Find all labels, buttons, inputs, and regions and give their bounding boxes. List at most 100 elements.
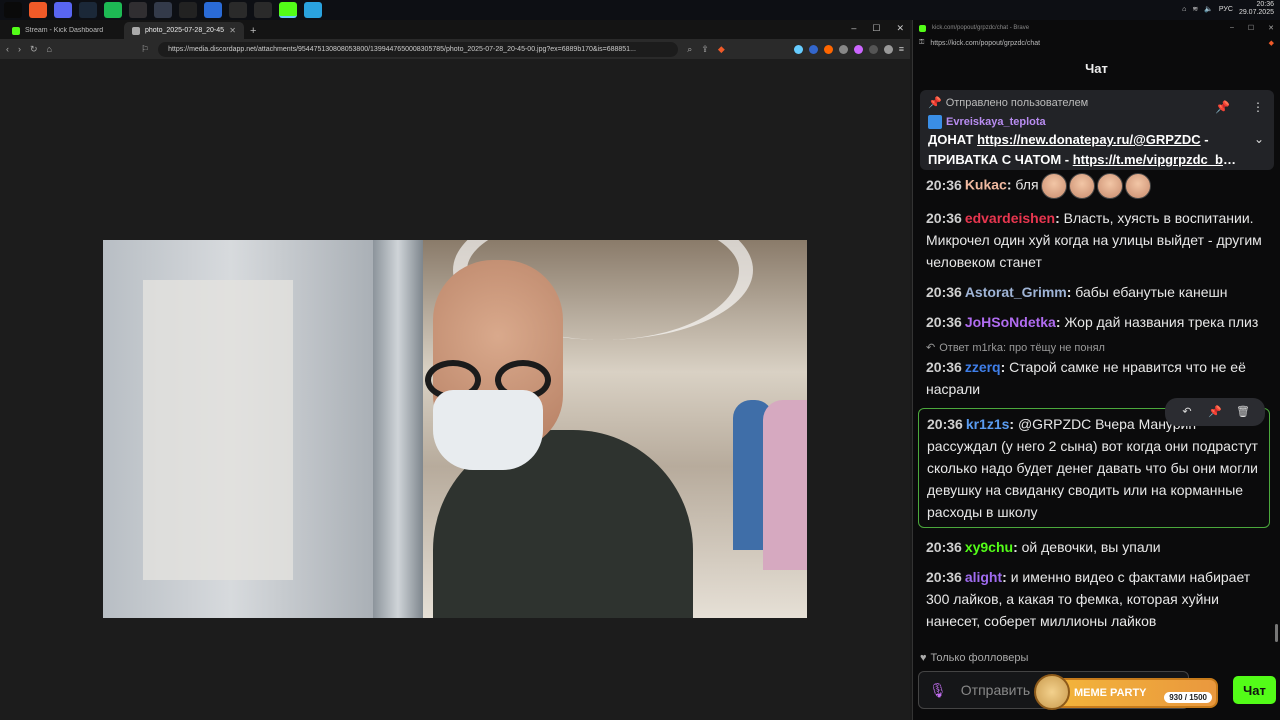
- network-icon[interactable]: ⌂: [1182, 6, 1186, 13]
- app-blue-icon[interactable]: [203, 2, 222, 18]
- share-icon[interactable]: ⇪: [701, 44, 709, 55]
- message-username[interactable]: JoHSoNdetka: [965, 314, 1056, 330]
- message-username[interactable]: kr1z1s: [966, 416, 1010, 432]
- new-tab-button[interactable]: +: [244, 22, 262, 39]
- scrollbar[interactable]: [1275, 624, 1278, 642]
- menu-icon[interactable]: ≡: [899, 44, 904, 54]
- maximize-button[interactable]: ☐: [872, 23, 880, 34]
- pinned-text-line1: ДОНАТ https://new.donatepay.ru/@GRPZDC -: [928, 131, 1238, 149]
- message-time: 20:36: [926, 539, 962, 555]
- extension-icon[interactable]: [868, 44, 878, 54]
- tab-label: Stream - Kick Dashboard: [25, 27, 104, 34]
- pinned-label-text: Отправлено пользователем: [945, 96, 1089, 109]
- site-info-icon[interactable]: ⚿: [919, 39, 924, 47]
- obs-icon[interactable]: [128, 2, 147, 18]
- forward-icon[interactable]: ›: [18, 44, 21, 54]
- capcut-icon[interactable]: [178, 2, 197, 18]
- followers-only-text: Только фолловеры: [930, 652, 1029, 664]
- pin-icon[interactable]: 📌: [1201, 401, 1229, 423]
- brave-shield-icon[interactable]: ◆: [1269, 39, 1274, 47]
- delete-icon[interactable]: 🗑: [1229, 401, 1257, 423]
- chat-message[interactable]: 20:36 Kukac: бля: [926, 173, 1274, 199]
- photo: [103, 240, 807, 618]
- chat-message[interactable]: 20:36 zzerq: Старой самке не нравится что…: [926, 356, 1274, 400]
- emote-icon[interactable]: [1124, 173, 1151, 199]
- extension-icon[interactable]: [883, 44, 893, 54]
- donate-link[interactable]: https://new.donatepay.ru/@GRPZDC: [977, 132, 1201, 147]
- message-username[interactable]: Kukac: [965, 177, 1007, 193]
- minimize-button[interactable]: –: [851, 23, 856, 34]
- bookmark-icon[interactable]: ⚐: [141, 44, 149, 55]
- chat-url[interactable]: https://kick.com/popout/grpzdc/chat: [930, 40, 1040, 47]
- chat-window-title: kick.com/popout/grpzdc/chat - Brave: [932, 25, 1030, 31]
- navigation-bar: ‹ › ↻ ⌂ ⚐ https://media.discordapp.net/a…: [0, 39, 910, 59]
- language-indicator[interactable]: РУС: [1219, 6, 1233, 13]
- extension-icon[interactable]: [853, 44, 863, 54]
- message-time: 20:36: [926, 176, 962, 193]
- send-button[interactable]: Чат: [1233, 676, 1276, 704]
- extension-icon[interactable]: [823, 44, 833, 54]
- chevron-down-icon[interactable]: ⌄: [1254, 132, 1264, 146]
- extension-icon[interactable]: [838, 44, 848, 54]
- address-bar[interactable]: https://media.discordapp.net/attachments…: [158, 41, 679, 57]
- chat-input-row: 🎙 Отправить со ☺ ⚙ Чат MEME PARTY 930 / …: [918, 670, 1278, 710]
- message-username[interactable]: xy9chu: [965, 539, 1013, 555]
- chat-message[interactable]: 20:36 kr1z1s: @GRPZDC Вчера Манурин рассу…: [918, 398, 1270, 528]
- chat-window-titlebar: kick.com/popout/grpzdc/chat - Brave – ☐ …: [913, 20, 1280, 36]
- chat-message[interactable]: 20:36 xy9chu: ой девочки, вы упали: [926, 536, 1274, 558]
- close-tab-icon[interactable]: ✕: [229, 26, 236, 35]
- spotify-icon[interactable]: [103, 2, 122, 18]
- volume-icon[interactable]: 🔈: [1204, 5, 1213, 13]
- zoom-icon[interactable]: ⌕: [687, 44, 692, 55]
- reload-icon[interactable]: ↻: [30, 44, 38, 55]
- wifi-icon[interactable]: ≋: [1192, 5, 1198, 13]
- close-window-button[interactable]: ✕: [1268, 24, 1274, 32]
- message-time: 20:36: [926, 314, 962, 330]
- minimize-button[interactable]: –: [1230, 24, 1234, 32]
- doge-icon: [1034, 674, 1070, 710]
- chat-message[interactable]: 20:36 Astorat_Grimm: бабы ебанутые канешн: [926, 281, 1274, 303]
- extension-icon[interactable]: [808, 44, 818, 54]
- message-text: Жор дай названия трека плиз: [1060, 314, 1259, 330]
- emote-icon[interactable]: [1040, 173, 1067, 199]
- chat-message[interactable]: 20:36 edvardeishen: Власть, хуясть в восп…: [926, 207, 1274, 273]
- emote-icon[interactable]: [1068, 173, 1095, 199]
- steam-icon[interactable]: [78, 2, 97, 18]
- maximize-button[interactable]: ☐: [1248, 24, 1254, 32]
- chat-message[interactable]: 20:36 JoHSoNdetka: Жор дай названия трека…: [926, 311, 1274, 333]
- brave-shield-icon[interactable]: ◆: [718, 44, 725, 55]
- unpin-icon[interactable]: 📌: [1215, 100, 1230, 114]
- message-username[interactable]: edvardeishen: [965, 210, 1055, 226]
- app-icon[interactable]: [153, 2, 172, 18]
- pinned-user[interactable]: Evreiskaya_teplota: [928, 115, 1266, 129]
- telegram-link[interactable]: https://t.me/vipgrpzdc_bo...: [1073, 152, 1238, 167]
- image-browser-window: Stream - Kick Dashboard photo_2025-07-28_…: [0, 20, 910, 720]
- tab-label: photo_2025-07-28_20-45-00.jpg: [145, 27, 225, 34]
- clock[interactable]: 20:36 29.07.2025: [1239, 1, 1274, 17]
- windows-start-icon[interactable]: [3, 2, 22, 18]
- browser-tab[interactable]: photo_2025-07-28_20-45-00.jpg ✕: [124, 22, 244, 39]
- message-username[interactable]: zzerq: [965, 359, 1001, 375]
- brave-icon[interactable]: [28, 2, 47, 18]
- reply-icon[interactable]: ↶: [1173, 401, 1201, 423]
- pinned-username[interactable]: Evreiskaya_teplota: [946, 116, 1046, 128]
- discord-icon[interactable]: [53, 2, 72, 18]
- reply-reference[interactable]: ↶ Ответ m1rka: про тёщу не понял: [926, 341, 1274, 355]
- browser-tab[interactable]: Stream - Kick Dashboard: [4, 22, 124, 39]
- back-icon[interactable]: ‹: [6, 44, 9, 54]
- meme-party-label: MEME PARTY: [1074, 687, 1147, 699]
- telegram-icon[interactable]: [303, 2, 322, 18]
- media-icon[interactable]: [253, 2, 272, 18]
- message-username[interactable]: alight: [965, 569, 1002, 585]
- close-window-button[interactable]: ✕: [896, 23, 904, 34]
- message-username[interactable]: Astorat_Grimm: [965, 284, 1067, 300]
- emote-icon[interactable]: [1096, 173, 1123, 199]
- microphone-icon[interactable]: 🎙: [929, 682, 947, 699]
- more-options-icon[interactable]: ⋮: [1252, 100, 1264, 114]
- editor-icon[interactable]: [228, 2, 247, 18]
- clock-date: 29.07.2025: [1238, 9, 1274, 16]
- extension-icon[interactable]: [793, 44, 803, 54]
- kick-app-icon[interactable]: [278, 2, 297, 18]
- home-icon[interactable]: ⌂: [47, 44, 52, 54]
- chat-message[interactable]: 20:36 alight: и именно видео с фактами на…: [926, 566, 1274, 632]
